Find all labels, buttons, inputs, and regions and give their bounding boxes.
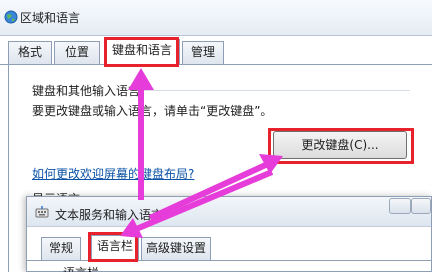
tab-advanced-key-settings[interactable]: 高级键设置 (141, 237, 211, 260)
keyboard-icon (35, 206, 49, 218)
tab-general[interactable]: 常规 (41, 237, 81, 260)
text-services-dialog: 文本服务和输入语言 常规 语言栏 高级键设置 语言栏 (26, 196, 432, 272)
globe-icon (4, 10, 18, 24)
section-description: 要更改键盘或输入语言，请单击“更改键盘”。 (32, 104, 273, 118)
dialog-title: 文本服务和输入语言 (55, 208, 164, 222)
close-button[interactable] (411, 198, 431, 214)
tab-location[interactable]: 位置 (54, 41, 100, 64)
window-title: 区域和语言 (20, 11, 81, 25)
language-bar-group-label: 语言栏 (63, 264, 99, 272)
window-titlebar: 区域和语言 (0, 0, 432, 36)
highlight-box-change-button (268, 128, 414, 164)
tab-format[interactable]: 格式 (8, 41, 52, 64)
dialog-titlebar: 文本服务和输入语言 (27, 197, 431, 227)
minimize-button[interactable] (389, 198, 411, 214)
highlight-box-keyboards-tab (104, 37, 179, 67)
section-heading: 键盘和其他输入语言 (32, 84, 141, 98)
welcome-keyboard-help-link[interactable]: 如何更改欢迎屏幕的键盘布局? (32, 165, 194, 182)
highlight-box-language-bar-tab (88, 232, 138, 262)
tab-administrative[interactable]: 管理 (182, 41, 224, 64)
group-divider (140, 90, 410, 91)
